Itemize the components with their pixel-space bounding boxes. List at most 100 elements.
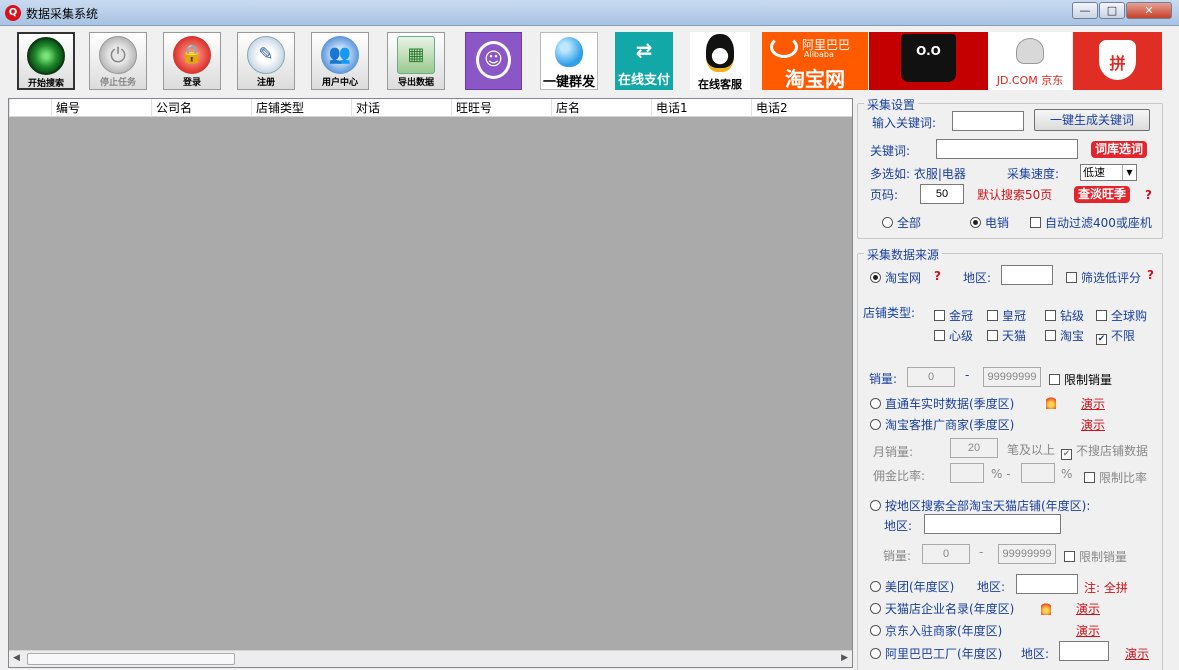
fire-icon (1046, 394, 1056, 409)
chat-app-tile[interactable]: ☺ (465, 32, 522, 90)
limit-sales-checkbox[interactable]: 限制销量 (1049, 371, 1112, 388)
sales-max-field[interactable] (983, 367, 1041, 387)
column-header-chat[interactable]: 对话 (351, 99, 451, 117)
keyword-field[interactable] (936, 139, 1078, 159)
by-region-radio[interactable]: 按地区搜索全部淘宝天猫店铺(年度区): (870, 497, 1090, 514)
shop-type-gold-crown[interactable]: 金冠 (934, 307, 973, 324)
close-button[interactable]: ✕ (1126, 2, 1172, 19)
limit-sales2-checkbox[interactable]: 限制销量 (1064, 548, 1127, 565)
jd-merchants-demo-link[interactable]: 演示 (1076, 622, 1100, 639)
commission-max-field[interactable] (1021, 463, 1055, 483)
meituan-radio[interactable]: 美团(年度区) (870, 578, 954, 595)
column-header-phone1[interactable]: 电话1 (651, 99, 751, 117)
shop-type-any[interactable]: ✔ 不限 (1096, 327, 1135, 345)
tmall-enterprise-radio[interactable]: 天猫店企业名录(年度区) (870, 600, 1014, 617)
alibaba-factory-radio[interactable]: 阿里巴巴工厂(年度区) (870, 645, 1002, 662)
low-score-help-icon[interactable]: ? (1147, 268, 1154, 282)
sales2-max-field[interactable] (998, 544, 1056, 564)
jd-merchants-radio[interactable]: 京东入驻商家(年度区) (870, 622, 1002, 639)
no-shop-data-checkbox[interactable]: ✔ 不搜店铺数据 (1061, 442, 1148, 460)
region-field[interactable] (1001, 265, 1053, 285)
shop-type-global[interactable]: 全球购 (1096, 307, 1147, 324)
export-data-button[interactable]: ▦ 导出数据 (387, 32, 445, 90)
broadcast-button[interactable]: 一键群发 (540, 32, 598, 90)
column-header-id[interactable]: 编号 (51, 99, 151, 117)
column-header-wangwang[interactable]: 旺旺号 (451, 99, 551, 117)
clipboard-icon: ✎ (247, 36, 285, 74)
radio-icon (870, 419, 881, 430)
sales-label: 销量: (869, 372, 898, 386)
alibaba-latin-text: Alibaba (804, 50, 834, 59)
maximize-button[interactable]: □ (1099, 2, 1125, 19)
tmall-tile[interactable]: O.O (869, 32, 988, 90)
monthly-sales-field[interactable] (950, 438, 998, 458)
ztc-radio[interactable]: 直通车实时数据(季度区) (870, 395, 1014, 412)
column-header-shop-name[interactable]: 店名 (551, 99, 651, 117)
horizontal-scrollbar[interactable]: ◀ ▶ (9, 650, 852, 667)
chat-bubble-icon: ☺ (476, 41, 511, 79)
sales-min-field[interactable] (907, 367, 955, 387)
column-header[interactable] (9, 99, 51, 117)
data-source-legend: 采集数据来源 (864, 246, 943, 263)
pinduoduo-tile[interactable]: 拼 (1073, 32, 1162, 90)
region-label: 地区: (963, 271, 992, 285)
register-button[interactable]: ✎ 注册 (237, 32, 295, 90)
taoke-radio[interactable]: 淘宝客推广商家(季度区) (870, 416, 1014, 433)
generate-keywords-button[interactable]: 一键生成关键词 (1034, 109, 1150, 131)
season-help-icon[interactable]: ? (1145, 188, 1152, 202)
scroll-left-icon[interactable]: ◀ (13, 653, 20, 663)
tmall-enterprise-demo-link[interactable]: 演示 (1076, 600, 1100, 617)
shop-type-diamond[interactable]: 钻级 (1045, 307, 1084, 324)
input-keyword-field[interactable] (952, 111, 1024, 131)
speed-select[interactable]: 低速 ▼ (1080, 164, 1137, 181)
user-center-button[interactable]: 👥 用户中心 (311, 32, 369, 90)
start-search-button[interactable]: 开始搜索 (17, 32, 75, 90)
speed-label: 采集速度: (1007, 167, 1060, 181)
meituan-region-field[interactable] (1016, 574, 1078, 594)
shop-type-crown[interactable]: 皇冠 (987, 307, 1026, 324)
filter-400-checkbox[interactable]: 自动过滤400或座机 (1030, 214, 1152, 231)
login-button[interactable]: 🔒 登录 (163, 32, 221, 90)
sales2-min-field[interactable] (922, 544, 970, 564)
taobao-help-icon[interactable]: ? (934, 269, 941, 283)
mode-all-radio[interactable]: 全部 (882, 214, 921, 231)
results-list[interactable]: 编号 公司名 店铺类型 对话 旺旺号 店名 电话1 电话2 ◀ ▶ (8, 98, 853, 668)
limit-rate-checkbox[interactable]: 限制比率 (1084, 469, 1147, 486)
taobao-tile[interactable]: 阿里巴巴 Alibaba 淘宝网 (762, 32, 868, 91)
minimize-button[interactable]: — (1072, 2, 1098, 19)
commission-min-field[interactable] (950, 463, 984, 483)
low-score-checkbox[interactable]: 筛选低评分 (1066, 269, 1141, 286)
online-service-button[interactable]: 在线客服 (690, 32, 750, 91)
page-field[interactable] (920, 184, 964, 204)
list-header: 编号 公司名 店铺类型 对话 旺旺号 店名 电话1 电话2 (9, 99, 852, 117)
column-header-phone2[interactable]: 电话2 (751, 99, 852, 117)
jd-text: JD.COM 京东 (996, 74, 1064, 87)
column-header-shop-type[interactable]: 店铺类型 (251, 99, 351, 117)
scroll-right-icon[interactable]: ▶ (841, 653, 848, 663)
jd-tile[interactable]: JD.COM 京东 (988, 32, 1072, 90)
alibaba-logo-icon (770, 36, 798, 58)
factory-region-field[interactable] (1059, 641, 1109, 661)
online-pay-button[interactable]: ⇄ 在线支付 (615, 32, 673, 90)
commission-label: 佣金比率: (873, 469, 926, 483)
monthly-sales-suffix: 笔及以上 (1007, 443, 1056, 457)
commission-percent: % (1061, 467, 1073, 481)
taobao-radio[interactable]: 淘宝网 (870, 269, 921, 286)
checkbox-icon (1049, 374, 1060, 385)
stop-task-button[interactable]: ⏻ 停止任务 (89, 32, 147, 90)
checkbox-icon (1030, 217, 1041, 228)
shop-type-heart[interactable]: 心级 (934, 327, 973, 344)
lexicon-button[interactable]: 词库选词 (1091, 141, 1148, 158)
shop-type-taobao[interactable]: 淘宝 (1045, 327, 1084, 344)
checkmark-icon: ✔ (1096, 334, 1107, 345)
scroll-thumb[interactable] (27, 653, 235, 665)
ztc-demo-link[interactable]: 演示 (1081, 395, 1105, 412)
season-button[interactable]: 查淡旺季 (1074, 186, 1131, 203)
shop-type-tmall[interactable]: 天猫 (987, 327, 1026, 344)
column-header-company[interactable]: 公司名 (151, 99, 251, 117)
meituan-note: 注: 全拼 (1084, 581, 1128, 595)
mode-mobile-radio[interactable]: 电销 (970, 214, 1009, 231)
taoke-demo-link[interactable]: 演示 (1081, 416, 1105, 433)
alibaba-factory-demo-link[interactable]: 演示 (1125, 645, 1149, 662)
region2-field[interactable] (924, 514, 1061, 534)
